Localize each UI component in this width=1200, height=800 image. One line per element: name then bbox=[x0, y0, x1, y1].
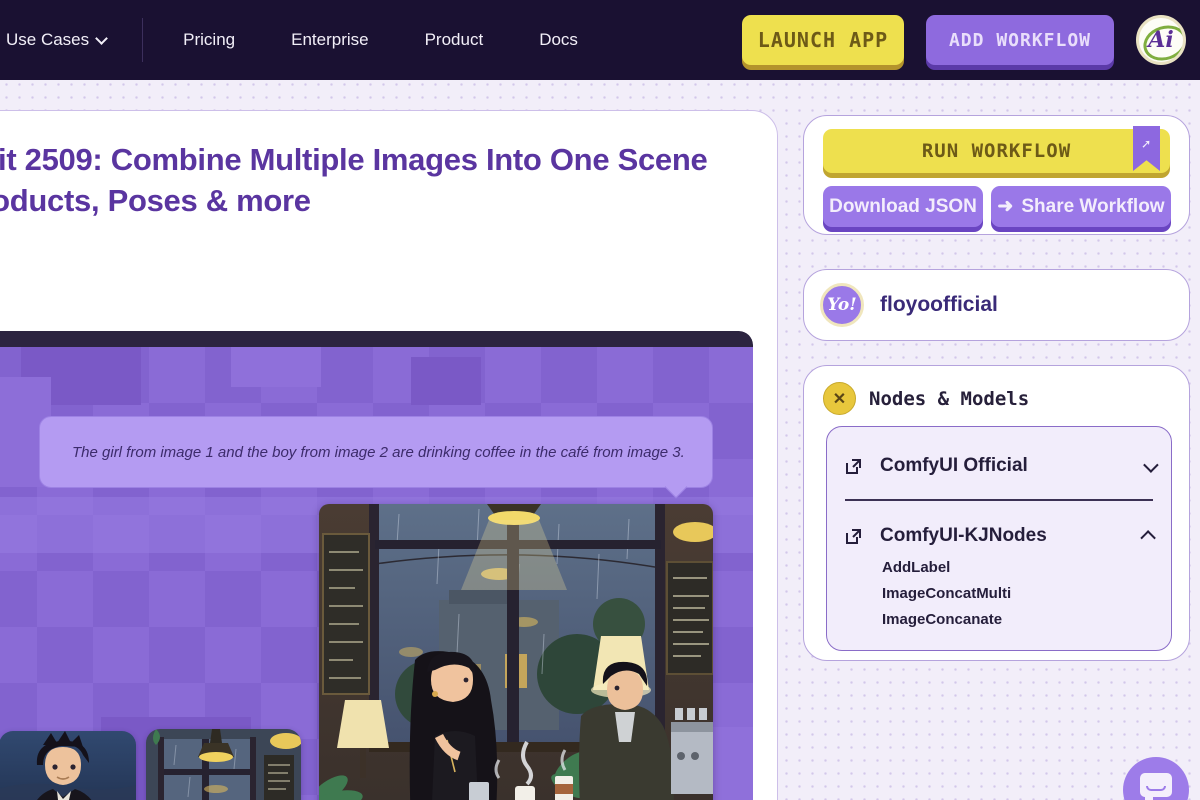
chevron-up-icon[interactable] bbox=[1140, 530, 1156, 546]
workflow-canvas: The girl from image 1 and the boy from i… bbox=[0, 347, 753, 800]
run-workflow-label: RUN WORKFLOW bbox=[922, 140, 1071, 162]
site-logo[interactable]: Ai bbox=[1136, 15, 1186, 65]
prompt-bubble-tail bbox=[665, 476, 688, 499]
cafe-thumbnail-illustration bbox=[146, 729, 301, 800]
kjnodes-sub-items: AddLabel ImageConcatMulti ImageConcanate bbox=[882, 559, 1011, 628]
site-logo-text: Ai bbox=[1148, 27, 1173, 53]
node-group-comfyui-kjnodes[interactable]: ComfyUI-KJNodes bbox=[845, 522, 1155, 550]
author-card[interactable]: Yo! floyoofficial bbox=[803, 269, 1190, 341]
workflow-actions-card: RUN WORKFLOW ➚ Download JSON ➜ Share Wor… bbox=[803, 115, 1190, 235]
prompt-text: The girl from image 1 and the boy from i… bbox=[72, 444, 685, 461]
chat-smile-icon bbox=[1146, 786, 1166, 791]
launch-app-button[interactable]: LAUNCH APP bbox=[742, 15, 904, 65]
bookmark-ribbon-icon: ➚ bbox=[1133, 126, 1160, 171]
share-workflow-label: Share Workflow bbox=[1021, 196, 1164, 218]
nav-right-group: LAUNCH APP ADD WORKFLOW Ai bbox=[742, 0, 1186, 80]
cafe-scene-illustration bbox=[319, 504, 713, 800]
chat-bubble-icon bbox=[1140, 773, 1172, 797]
chat-fab-button[interactable] bbox=[1123, 757, 1189, 800]
download-json-button[interactable]: Download JSON bbox=[823, 186, 983, 227]
nav-link-enterprise[interactable]: Enterprise bbox=[291, 30, 368, 50]
nav-divider bbox=[142, 18, 143, 62]
canvas-block bbox=[411, 357, 481, 405]
page-title-line2: Products, Poses & more bbox=[0, 183, 311, 218]
chevron-down-icon bbox=[95, 32, 108, 45]
nodes-divider bbox=[845, 499, 1153, 501]
author-avatar: Yo! bbox=[820, 283, 864, 327]
run-workflow-button[interactable]: RUN WORKFLOW ➚ bbox=[823, 129, 1170, 173]
prompt-bubble: The girl from image 1 and the boy from i… bbox=[39, 416, 713, 488]
node-item-addlabel[interactable]: AddLabel bbox=[882, 559, 1011, 576]
boy-thumbnail-illustration bbox=[0, 731, 136, 800]
nodes-models-header: ✕ Nodes & Models bbox=[823, 382, 1029, 415]
input-image-cafe-thumbnail[interactable] bbox=[146, 729, 301, 800]
node-item-imageconcanate[interactable]: ImageConcanate bbox=[882, 611, 1011, 628]
share-workflow-button[interactable]: ➜ Share Workflow bbox=[991, 186, 1171, 227]
author-name[interactable]: floyoofficial bbox=[880, 293, 998, 317]
trend-arrow-icon: ➚ bbox=[1142, 137, 1151, 153]
nav-link-product[interactable]: Product bbox=[425, 30, 484, 50]
page-title-line1: Edit 2509: Combine Multiple Images Into … bbox=[0, 142, 707, 177]
workflow-window-titlebar bbox=[0, 331, 753, 347]
chevron-down-icon[interactable] bbox=[1143, 457, 1159, 473]
workflow-screenshot: The girl from image 1 and the boy from i… bbox=[0, 331, 753, 800]
node-group-comfyui-official[interactable]: ComfyUI Official bbox=[845, 452, 1155, 480]
node-group-label: ComfyUI Official bbox=[880, 455, 1028, 477]
nav-link-pricing[interactable]: Pricing bbox=[183, 30, 235, 50]
close-icon[interactable]: ✕ bbox=[823, 382, 856, 415]
nodes-models-title: Nodes & Models bbox=[869, 388, 1029, 410]
canvas-block bbox=[231, 347, 321, 387]
nodes-list: ComfyUI Official ComfyUI-KJNodes AddLabe… bbox=[826, 426, 1172, 651]
top-navbar: Use Cases Pricing Enterprise Product Doc… bbox=[0, 0, 1200, 80]
nav-use-cases-label: Use Cases bbox=[6, 30, 89, 50]
external-link-icon bbox=[845, 528, 862, 545]
node-group-label: ComfyUI-KJNodes bbox=[880, 525, 1047, 547]
nav-links: Pricing Enterprise Product Docs bbox=[183, 30, 578, 50]
node-item-imageconcatmulti[interactable]: ImageConcatMulti bbox=[882, 585, 1011, 602]
add-workflow-button[interactable]: ADD WORKFLOW bbox=[926, 15, 1114, 65]
share-arrow-icon: ➜ bbox=[997, 195, 1013, 218]
page-title: Edit 2509: Combine Multiple Images Into … bbox=[0, 139, 739, 221]
input-image-boy-thumbnail[interactable] bbox=[0, 731, 136, 800]
nodes-models-card: ✕ Nodes & Models ComfyUI Official bbox=[803, 365, 1190, 661]
nav-use-cases[interactable]: Use Cases bbox=[6, 30, 106, 50]
workflow-detail-card: Edit 2509: Combine Multiple Images Into … bbox=[0, 110, 778, 800]
external-link-icon bbox=[845, 458, 862, 475]
result-image-cafe-scene[interactable] bbox=[319, 504, 713, 800]
nav-link-docs[interactable]: Docs bbox=[539, 30, 578, 50]
